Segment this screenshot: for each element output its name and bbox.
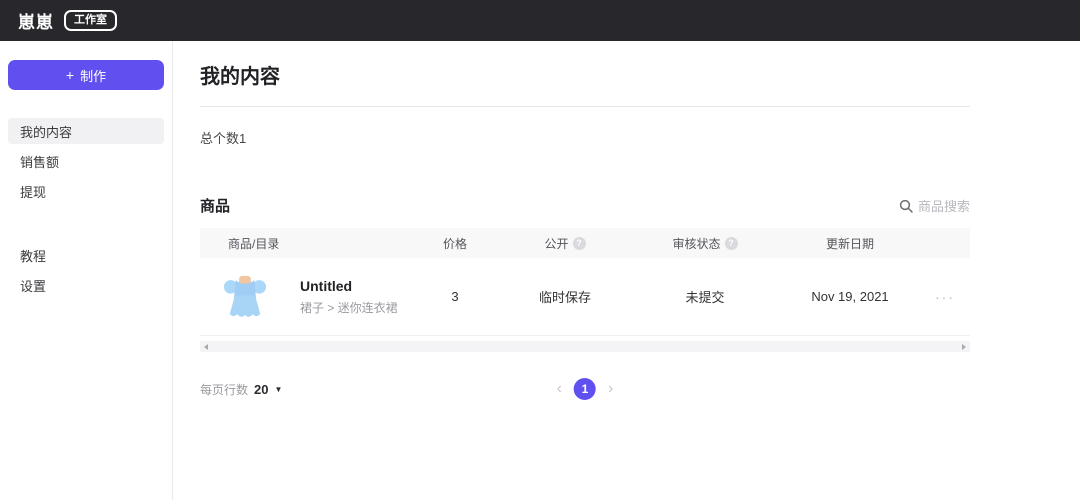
sidebar-item-tutorial[interactable]: 教程 (8, 242, 164, 268)
plus-icon: + (65, 67, 75, 83)
column-label: 审核状态 (672, 236, 721, 251)
sidebar-item-sales[interactable]: 销售额 (8, 148, 164, 174)
create-button-label: 制作 (80, 68, 107, 84)
column-product: 商品/目录 (200, 235, 410, 252)
total-count: 总个数1 (200, 131, 247, 146)
column-review-status: 审核状态 ? (630, 235, 780, 252)
page-title: 我的内容 (200, 66, 280, 88)
sidebar-nav: 我的内容 销售额 提现 教程 设置 (8, 118, 164, 298)
top-bar: 崽崽 工作室 (0, 0, 1080, 41)
sidebar-item-my-content[interactable]: 我的内容 (8, 118, 164, 144)
current-page-button[interactable]: 1 (574, 378, 596, 400)
column-label: 公开 (544, 236, 569, 251)
updated-date-cell: Nov 19, 2021 (811, 289, 889, 304)
sidebar-item-withdraw[interactable]: 提现 (8, 178, 164, 204)
public-status-cell: 临时保存 (538, 290, 591, 305)
product-name[interactable]: Untitled (300, 278, 398, 294)
column-public: 公开 ? (500, 235, 630, 252)
rows-per-page-label: 每页行数 (200, 382, 249, 397)
caret-down-icon: ▼ (274, 384, 283, 394)
product-search[interactable]: 商品搜索 (899, 196, 970, 215)
sidebar-item-label: 我的内容 (20, 124, 73, 140)
help-icon[interactable]: ? (724, 236, 738, 250)
search-placeholder: 商品搜索 (917, 199, 970, 214)
page-shell: + 制作 我的内容 销售额 提现 教程 设置 我的内容 总个数1 商品 商品搜索… (0, 41, 1080, 500)
products-section-header: 商品 商品搜索 (200, 195, 970, 216)
sidebar-item-label: 销售额 (20, 154, 60, 170)
app-logo[interactable]: 崽崽 (18, 8, 54, 33)
column-label: 更新日期 (825, 236, 874, 251)
table-row[interactable]: Untitled 裙子 > 迷你连衣裙 3 临时保存 未提交 Nov 19, 2… (200, 258, 970, 336)
row-actions-menu-icon[interactable]: ··· (920, 289, 970, 305)
page-controls: ‹ 1 › (557, 378, 613, 400)
title-divider (200, 106, 970, 107)
price-cell: 3 (451, 289, 459, 304)
main-content: 我的内容 总个数1 商品 商品搜索 商品/目录 价格 公开 ? 审核状态 ? 更… (173, 41, 1080, 500)
product-thumbnail[interactable] (216, 265, 274, 329)
review-status-cell: 未提交 (685, 290, 725, 305)
sidebar-item-label: 教程 (20, 248, 47, 264)
table-header-row: 商品/目录 价格 公开 ? 审核状态 ? 更新日期 (200, 228, 970, 258)
sidebar: + 制作 我的内容 销售额 提现 教程 设置 (0, 41, 173, 500)
studio-badge: 工作室 (64, 10, 117, 31)
column-label: 商品/目录 (228, 236, 280, 251)
sidebar-item-label: 设置 (20, 278, 47, 294)
create-button[interactable]: + 制作 (8, 60, 164, 90)
pagination-bar: 每页行数 20 ▼ ‹ 1 › (200, 376, 970, 402)
previous-page-icon[interactable]: ‹ (557, 381, 562, 397)
next-page-icon[interactable]: › (608, 381, 613, 397)
horizontal-scrollbar[interactable] (200, 341, 970, 352)
help-icon[interactable]: ? (572, 236, 586, 250)
column-price: 价格 (410, 235, 500, 252)
rows-per-page-select[interactable]: 每页行数 20 ▼ (200, 381, 282, 398)
rows-per-page-value: 20 (254, 381, 269, 397)
sidebar-item-settings[interactable]: 设置 (8, 272, 164, 298)
sidebar-item-label: 提现 (20, 184, 47, 200)
product-info: Untitled 裙子 > 迷你连衣裙 (300, 278, 398, 316)
scroll-right-icon[interactable] (962, 343, 966, 350)
product-category-path: 裙子 > 迷你连衣裙 (300, 300, 398, 315)
products-section-title: 商品 (200, 198, 231, 215)
product-cell: Untitled 裙子 > 迷你连衣裙 (200, 265, 410, 329)
column-label: 价格 (442, 236, 467, 251)
scroll-left-icon[interactable] (204, 343, 208, 350)
search-icon (899, 199, 913, 213)
products-table: 商品/目录 价格 公开 ? 审核状态 ? 更新日期 Untitled 裙子 > … (200, 228, 970, 336)
column-updated-date: 更新日期 (780, 235, 920, 252)
